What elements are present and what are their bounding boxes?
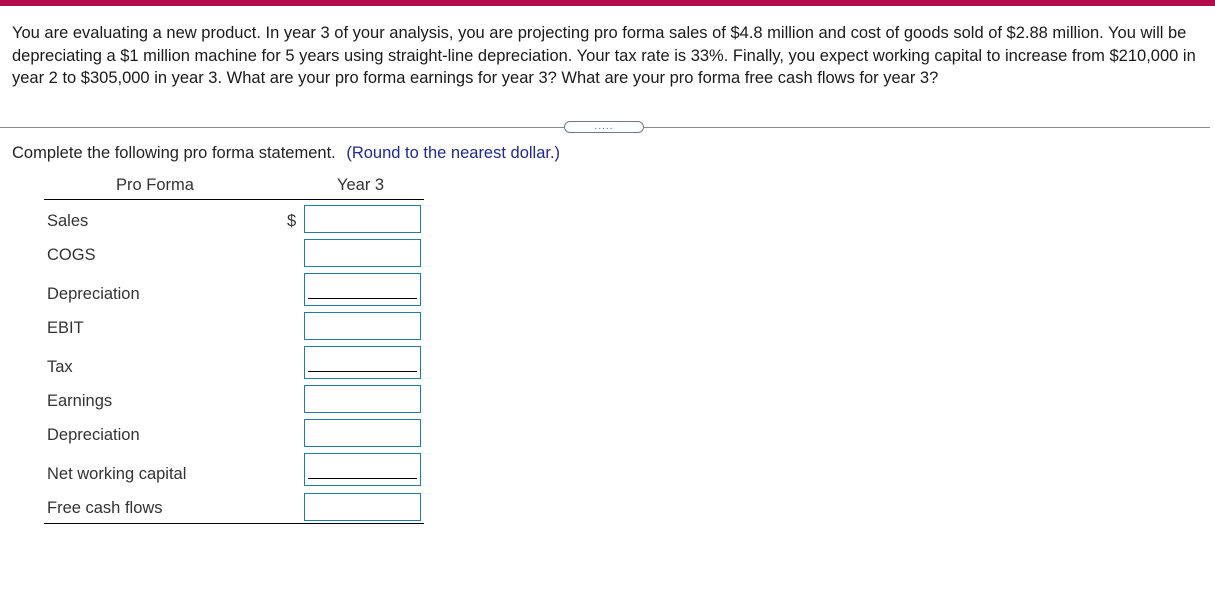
sales-input[interactable]: [304, 205, 421, 233]
currency-symbol: $: [287, 212, 297, 230]
row-label-sales: Sales: [47, 212, 89, 230]
row-label-depreciation: Depreciation: [47, 285, 140, 303]
depreciation-addback-input[interactable]: [304, 419, 421, 447]
tax-input[interactable]: [304, 346, 421, 379]
row-label-earnings: Earnings: [47, 392, 113, 410]
instruction-text: Complete the following pro forma stateme…: [12, 144, 336, 162]
row-label-net-working-capital: Net working capital: [47, 465, 187, 483]
expand-more-button[interactable]: .....: [564, 121, 644, 133]
column-header-year-3: Year 3: [337, 176, 385, 194]
earnings-input[interactable]: [304, 385, 421, 413]
ebit-input[interactable]: [304, 312, 421, 340]
instruction: Complete the following pro forma stateme…: [12, 144, 560, 163]
cogs-input[interactable]: [304, 239, 421, 267]
row-label-tax: Tax: [47, 358, 73, 376]
header-rule: [44, 199, 424, 200]
depreciation-input[interactable]: [304, 273, 421, 306]
rounding-hint: (Round to the nearest dollar.): [346, 144, 561, 162]
row-label-depreciation-addback: Depreciation: [47, 426, 140, 444]
net-working-capital-input[interactable]: [304, 453, 421, 486]
row-label-ebit: EBIT: [47, 319, 84, 337]
row-label-free-cash-flows: Free cash flows: [47, 499, 163, 517]
question-text: You are evaluating a new product. In yea…: [12, 24, 1196, 87]
table-bottom-rule: [44, 523, 424, 524]
free-cash-flows-input[interactable]: [304, 493, 421, 521]
column-header-pro-forma: Pro Forma: [116, 176, 194, 194]
row-label-cogs: COGS: [47, 246, 96, 264]
top-accent-bar: [0, 0, 1215, 6]
